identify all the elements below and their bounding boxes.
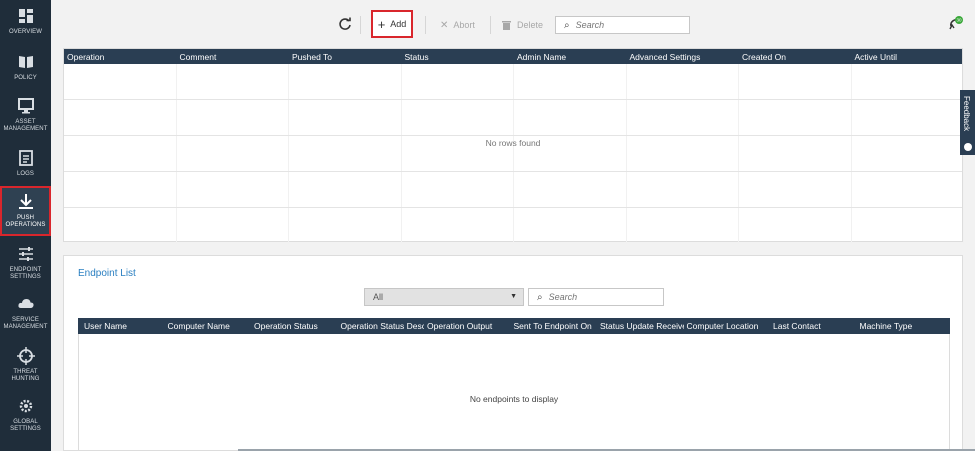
search-icon: ⌕ bbox=[564, 19, 570, 31]
sidebar-item-global-settings[interactable]: GLOBAL SETTINGS bbox=[0, 396, 51, 440]
sidebar-item-label: PUSH OPERATIONS bbox=[5, 215, 46, 228]
toolbar-divider bbox=[425, 16, 426, 34]
plus-icon: + bbox=[377, 16, 386, 32]
book-icon bbox=[18, 56, 33, 68]
delete-button[interactable]: Delete bbox=[502, 12, 543, 38]
sidebar-item-label: ASSET MANAGEMENT bbox=[3, 119, 48, 132]
section-title: Endpoint List bbox=[78, 268, 136, 279]
column-header[interactable]: Operation bbox=[64, 52, 177, 62]
sidebar-item-overview[interactable]: OVERVIEW bbox=[0, 6, 51, 48]
trash-icon bbox=[502, 21, 511, 30]
column-header[interactable]: Operation Status bbox=[251, 321, 338, 331]
endpoint-list-panel: Endpoint List All ▼ ⌕ User Name Computer… bbox=[63, 255, 963, 451]
empty-message: No endpoints to display bbox=[469, 394, 559, 404]
column-header[interactable]: Last Contact bbox=[770, 321, 857, 331]
feedback-label: Feedback bbox=[962, 96, 971, 132]
table-row bbox=[64, 100, 964, 136]
sidebar-item-policy[interactable]: POLICY bbox=[0, 52, 51, 92]
sidebar-item-label: ENDPOINT SETTINGS bbox=[9, 267, 42, 280]
sidebar-item-push-operations[interactable]: PUSH OPERATIONS bbox=[0, 186, 51, 236]
delete-label: Delete bbox=[517, 20, 544, 30]
endpoint-table: User Name Computer Name Operation Status… bbox=[78, 318, 950, 451]
column-header[interactable]: Advanced Settings bbox=[627, 52, 740, 62]
close-icon: ✕ bbox=[440, 19, 449, 31]
sidebar-item-label: OVERVIEW bbox=[8, 29, 43, 35]
table-header: Operation Comment Pushed To Status Admin… bbox=[64, 49, 962, 64]
sidebar-item-logs[interactable]: LOGS bbox=[0, 148, 51, 184]
column-header[interactable]: Operation Status Desc bbox=[338, 321, 425, 331]
sidebar-item-label: GLOBAL SETTINGS bbox=[10, 419, 41, 432]
column-header[interactable]: Computer Location bbox=[684, 321, 771, 331]
grid-icon bbox=[18, 9, 33, 23]
empty-message: No rows found bbox=[485, 138, 541, 148]
add-label: Add bbox=[390, 19, 407, 29]
column-header[interactable]: User Name bbox=[78, 321, 165, 331]
monitor-icon bbox=[17, 98, 34, 114]
operations-table: Operation Comment Pushed To Status Admin… bbox=[63, 48, 964, 244]
column-header[interactable]: Machine Type bbox=[857, 321, 950, 331]
sidebar-item-label: POLICY bbox=[14, 75, 37, 81]
filter-value: All bbox=[373, 292, 384, 302]
crosshair-icon bbox=[16, 347, 35, 365]
sidebar-item-endpoint-settings[interactable]: ENDPOINT SETTINGS bbox=[0, 244, 51, 288]
toolbar-divider bbox=[490, 16, 491, 34]
sidebar-item-threat-hunting[interactable]: THREAT HUNTING bbox=[0, 346, 51, 390]
caret-down-icon: ▼ bbox=[510, 293, 517, 300]
endpoint-search-input[interactable] bbox=[548, 292, 663, 302]
sidebar-item-label: THREAT HUNTING bbox=[11, 369, 40, 382]
refresh-icon[interactable] bbox=[338, 17, 352, 31]
clipboard-icon bbox=[18, 150, 33, 166]
main-content: + Add ✕ Abort Delete ⌕ 30 bbox=[51, 0, 975, 451]
abort-button[interactable]: ✕ Abort bbox=[440, 12, 475, 38]
sliders-icon bbox=[18, 247, 33, 261]
column-header[interactable]: Admin Name bbox=[514, 52, 627, 62]
sync-status-icon[interactable]: 30 bbox=[947, 16, 963, 32]
endpoint-search-box: ⌕ bbox=[528, 288, 664, 306]
sidebar-item-label: LOGS bbox=[16, 171, 35, 177]
status-badge: 30 bbox=[956, 18, 962, 23]
search-icon: ⌕ bbox=[537, 291, 543, 303]
chat-icon bbox=[964, 143, 972, 151]
table-row bbox=[64, 208, 964, 244]
toolbar-divider bbox=[360, 16, 361, 34]
sidebar: OVERVIEW POLICY ASSET MANAGEMENT LOGS PU… bbox=[0, 0, 51, 451]
column-header[interactable]: Status bbox=[402, 52, 515, 62]
abort-label: Abort bbox=[453, 20, 475, 30]
add-button[interactable]: + Add bbox=[371, 10, 413, 38]
column-header[interactable]: Created On bbox=[739, 52, 852, 62]
sidebar-item-label: SERVICE MANAGEMENT bbox=[3, 317, 48, 330]
column-header[interactable]: Status Update Receive bbox=[597, 321, 684, 331]
sidebar-item-service-management[interactable]: SERVICE MANAGEMENT bbox=[0, 294, 51, 338]
app-window: OVERVIEW POLICY ASSET MANAGEMENT LOGS PU… bbox=[0, 0, 975, 451]
column-header[interactable]: Sent To Endpoint On bbox=[511, 321, 598, 331]
column-header[interactable]: Active Until bbox=[852, 52, 965, 62]
table-body: No rows found bbox=[64, 64, 964, 244]
column-header[interactable]: Operation Output bbox=[424, 321, 511, 331]
table-row bbox=[64, 172, 964, 208]
column-header[interactable]: Computer Name bbox=[165, 321, 252, 331]
feedback-tab[interactable]: Feedback bbox=[960, 90, 975, 155]
sidebar-item-asset-management[interactable]: ASSET MANAGEMENT bbox=[0, 96, 51, 140]
gear-icon bbox=[19, 399, 32, 413]
column-header[interactable]: Comment bbox=[177, 52, 290, 62]
search-input[interactable] bbox=[575, 20, 689, 30]
download-icon bbox=[18, 194, 33, 209]
search-box: ⌕ bbox=[555, 16, 690, 34]
cloud-icon bbox=[17, 299, 34, 308]
table-row bbox=[64, 64, 964, 100]
filter-dropdown[interactable]: All ▼ bbox=[364, 288, 524, 306]
table-header: User Name Computer Name Operation Status… bbox=[78, 318, 950, 334]
toolbar: + Add ✕ Abort Delete ⌕ bbox=[51, 10, 975, 38]
column-header[interactable]: Pushed To bbox=[289, 52, 402, 62]
